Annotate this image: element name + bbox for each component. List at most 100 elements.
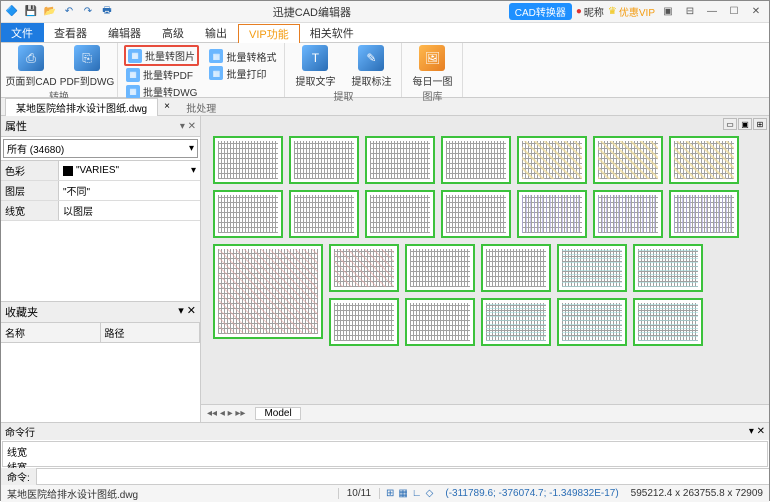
- batch-pdf-button[interactable]: ▦批量转PDF: [124, 66, 199, 83]
- drawing-thumb[interactable]: [405, 244, 475, 292]
- batch-dwg-icon: ▦: [126, 85, 140, 99]
- drawing-thumb[interactable]: [593, 190, 663, 238]
- qat-print-icon[interactable]: 🖶: [99, 4, 115, 20]
- model-tab[interactable]: Model: [255, 407, 300, 420]
- drawing-thumb[interactable]: [365, 136, 435, 184]
- drawing-thumb[interactable]: [593, 136, 663, 184]
- extract-annot-icon: ✎: [358, 45, 384, 71]
- settings2-icon[interactable]: ⊟: [681, 4, 699, 20]
- drawing-thumb[interactable]: [289, 136, 359, 184]
- command-label: 命令:: [1, 468, 37, 485]
- extract-text-button[interactable]: T提取文字: [291, 45, 339, 88]
- qat-redo-icon[interactable]: ↷: [80, 4, 96, 20]
- drawing-canvas[interactable]: [201, 116, 769, 404]
- drawing-thumb[interactable]: [289, 190, 359, 238]
- status-toggles: ⊞ ▦ ∟ ◇: [380, 488, 439, 499]
- tab-scroll-left-icon[interactable]: ◂◂ ◂ ▸ ▸▸: [207, 408, 245, 419]
- qat-undo-icon[interactable]: ↶: [61, 4, 77, 20]
- property-grid: 色彩"VARIES"▾ 图层"不同" 线宽以图层: [1, 160, 200, 221]
- ribbon-group-batch: ▦批量转图片 ▦批量转PDF ▦批量转DWG ▦批量转格式 ▦批量打印 x 批处…: [118, 43, 285, 97]
- app-icon[interactable]: 🔷: [4, 4, 20, 20]
- menu-related[interactable]: 相关软件: [300, 23, 365, 42]
- drawing-thumb[interactable]: [329, 298, 399, 346]
- daily-image-button[interactable]: 🖼每日一图: [408, 45, 456, 88]
- close-button[interactable]: ✕: [747, 4, 765, 20]
- canvas-tool-3[interactable]: ⊞: [753, 118, 767, 130]
- status-filename: 某地医院给排水设计图纸.dwg: [1, 486, 144, 501]
- drawing-thumb[interactable]: [557, 244, 627, 292]
- prop-row-color[interactable]: 色彩"VARIES"▾: [1, 161, 200, 181]
- vip-badge[interactable]: ♛优惠VIP: [608, 4, 655, 19]
- daily-icon: 🖼: [419, 45, 445, 71]
- batch-prt-icon: ▦: [209, 66, 223, 80]
- batch-print-button[interactable]: ▦批量打印: [207, 65, 278, 82]
- canvas-area: ▭ ▣ ⊞: [201, 116, 769, 422]
- drawing-thumb[interactable]: [405, 298, 475, 346]
- selection-combo[interactable]: 所有 (34680)▾: [3, 139, 198, 158]
- batch-image-button[interactable]: ▦批量转图片: [124, 45, 199, 66]
- model-tabbar: ◂◂ ◂ ▸ ▸▸ Model: [201, 404, 769, 422]
- fav-close-icon[interactable]: ▾ ✕: [178, 304, 196, 320]
- doc-close-icon[interactable]: ×: [164, 101, 170, 112]
- qat-save-icon[interactable]: 💾: [23, 4, 39, 20]
- ribbon-group-convert: ⎙页面到CAD ⎘PDF到DWG 转换: [1, 43, 118, 97]
- page-to-cad-button[interactable]: ⎙页面到CAD: [7, 45, 55, 88]
- prop-row-lineweight[interactable]: 线宽以图层: [1, 201, 200, 221]
- menu-vip[interactable]: VIP功能: [238, 24, 300, 43]
- titlebar-right: CAD转换器 ●昵称 ♛优惠VIP ▣ ⊟ — ☐ ✕: [509, 3, 769, 20]
- drawing-thumb[interactable]: [517, 190, 587, 238]
- extract-annot-button[interactable]: ✎提取标注: [347, 45, 395, 88]
- maximize-button[interactable]: ☐: [725, 4, 743, 20]
- drawing-thumb[interactable]: [669, 136, 739, 184]
- drawing-thumb[interactable]: [213, 190, 283, 238]
- qat-open-icon[interactable]: 📂: [42, 4, 58, 20]
- drawing-thumb[interactable]: [481, 244, 551, 292]
- menu-editor[interactable]: 编辑器: [98, 23, 152, 42]
- minimize-button[interactable]: —: [703, 4, 721, 20]
- side-panel: 属性▾ ✕ 所有 (34680)▾ 色彩"VARIES"▾ 图层"不同" 线宽以…: [1, 116, 201, 422]
- drawing-thumb[interactable]: [633, 298, 703, 346]
- ortho-icon[interactable]: ∟: [412, 488, 422, 499]
- favorites-header: 收藏夹▾ ✕: [1, 301, 200, 323]
- drawing-thumb[interactable]: [441, 190, 511, 238]
- prop-row-layer[interactable]: 图层"不同": [1, 181, 200, 201]
- grid-icon[interactable]: ▦: [398, 488, 407, 499]
- nickname-badge[interactable]: ●昵称: [576, 4, 604, 19]
- drawing-thumb[interactable]: [633, 244, 703, 292]
- osnap-icon[interactable]: ◇: [426, 488, 434, 499]
- status-dimensions: 595212.4 x 263755.8 x 72909: [625, 488, 769, 499]
- canvas-tool-2[interactable]: ▣: [738, 118, 752, 130]
- drawing-thumb[interactable]: [441, 136, 511, 184]
- batch-img-icon: ▦: [128, 49, 142, 63]
- statusbar: 某地医院给排水设计图纸.dwg 10/11 ⊞ ▦ ∟ ◇ (-311789.6…: [1, 484, 769, 502]
- drawing-thumb[interactable]: [365, 190, 435, 238]
- settings-icon[interactable]: ▣: [659, 4, 677, 20]
- command-panel: 命令行▾ ✕ 线宽 线宽 命令:: [1, 422, 769, 484]
- favorites-body: [1, 343, 200, 423]
- cmd-close-icon[interactable]: ▾ ✕: [749, 426, 765, 437]
- cad-converter-button[interactable]: CAD转换器: [509, 3, 572, 20]
- snap-icon[interactable]: ⊞: [386, 488, 394, 499]
- command-input[interactable]: [37, 476, 769, 478]
- menu-file[interactable]: 文件: [1, 23, 44, 42]
- window-title: 迅捷CAD编辑器: [115, 4, 509, 20]
- page-cad-icon: ⎙: [18, 45, 44, 71]
- chevron-down-icon: ▾: [189, 143, 194, 154]
- drawing-thumb[interactable]: [557, 298, 627, 346]
- drawing-thumb[interactable]: [517, 136, 587, 184]
- props-close-icon[interactable]: ▾ ✕: [180, 121, 196, 132]
- menu-advanced[interactable]: 高级: [152, 23, 195, 42]
- menu-output[interactable]: 输出: [195, 23, 238, 42]
- pdf-to-dwg-button[interactable]: ⎘PDF到DWG: [63, 45, 111, 88]
- drawing-thumb[interactable]: [669, 190, 739, 238]
- drawing-thumb[interactable]: [329, 244, 399, 292]
- drawing-thumb[interactable]: [213, 136, 283, 184]
- canvas-tool-1[interactable]: ▭: [723, 118, 737, 130]
- document-tab[interactable]: 某地医院给排水设计图纸.dwg: [5, 98, 158, 116]
- drawing-thumb[interactable]: [481, 298, 551, 346]
- ribbon-group-extract: T提取文字 ✎提取标注 提取: [285, 43, 402, 97]
- status-page: 10/11: [338, 488, 380, 499]
- menu-viewer[interactable]: 查看器: [44, 23, 98, 42]
- drawing-large[interactable]: [213, 244, 323, 339]
- batch-format-button[interactable]: ▦批量转格式: [207, 48, 278, 65]
